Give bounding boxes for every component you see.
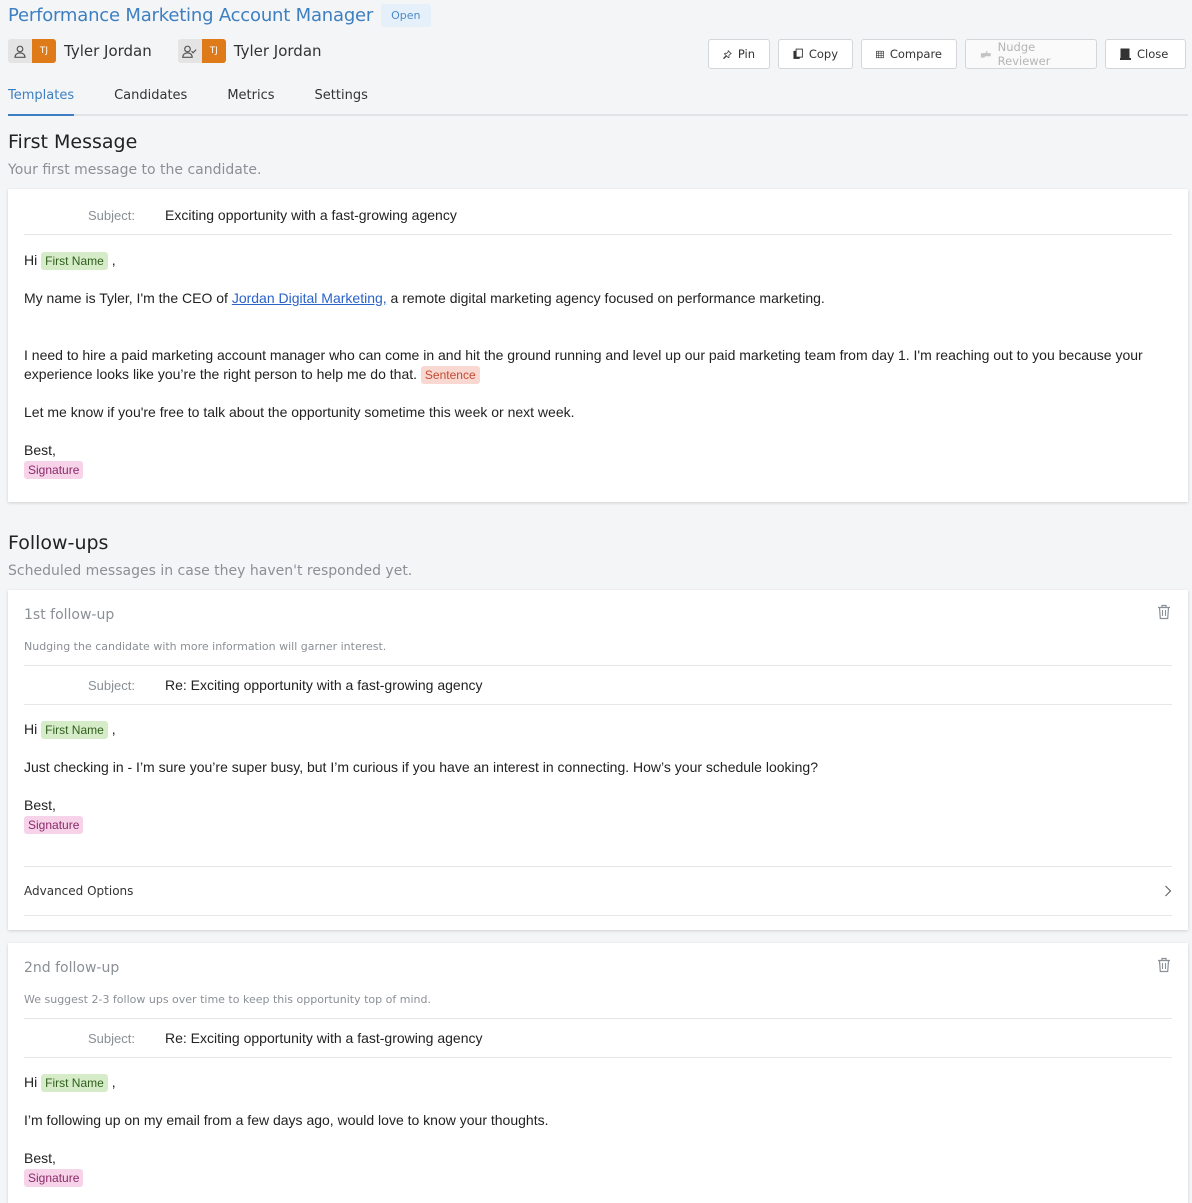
first-message-heading: First Message [8, 131, 138, 153]
sentence-tag[interactable]: Sentence [420, 366, 480, 384]
first-name-tag[interactable]: First Name [41, 1074, 108, 1092]
compare-button[interactable]: Compare [861, 39, 957, 69]
action-bar: Pin Copy Compare Nudge Reviewer Close [700, 39, 1186, 69]
tab-metrics[interactable]: Metrics [227, 84, 274, 114]
reviewer-icon [177, 39, 202, 63]
status-badge: Open [381, 4, 431, 27]
first-message-subtitle: Your first message to the candidate. [8, 162, 262, 178]
subject-label: Subject: [88, 1030, 135, 1046]
tab-settings[interactable]: Settings [315, 84, 368, 114]
owner-name: Tyler Jordan [233, 42, 322, 60]
compare-label: Compare [889, 47, 942, 61]
followup-card-2: 2nd follow-up We suggest 2-3 follow ups … [8, 943, 1188, 1203]
first-name-tag[interactable]: First Name [41, 252, 108, 270]
nudge-reviewer-label: Nudge Reviewer [997, 40, 1051, 68]
pin-icon [723, 49, 732, 59]
subject-label: Subject: [88, 677, 135, 693]
table-icon [876, 50, 884, 58]
company-link[interactable]: Jordan Digital Marketing, [232, 290, 387, 306]
followup-description: Nudging the candidate with more informat… [24, 640, 387, 653]
pin-button[interactable]: Pin [708, 39, 770, 69]
owner-hiring-manager[interactable]: TJ Tyler Jordan [8, 39, 152, 63]
trash-icon[interactable] [1157, 957, 1171, 978]
first-name-tag[interactable]: First Name [41, 721, 108, 739]
tab-candidates[interactable]: Candidates [114, 84, 187, 114]
advanced-options-label: Advanced Options [24, 884, 134, 898]
subject-input[interactable]: Exciting opportunity with a fast-growing… [165, 207, 457, 223]
closing-line[interactable]: Best, [24, 441, 1158, 460]
paragraph-pitch[interactable]: I need to hire a paid marketing account … [24, 346, 1158, 384]
signature-tag[interactable]: Signature [24, 1169, 84, 1187]
subject-label: Subject: [88, 207, 135, 223]
followup-title: 1st follow-up [24, 607, 115, 623]
followup-body[interactable]: I’m following up on my email from a few … [24, 1111, 1158, 1130]
tab-bar: Templates Candidates Metrics Settings [8, 84, 1188, 116]
signature-tag[interactable]: Signature [24, 816, 84, 834]
paragraph-intro[interactable]: My name is Tyler, I'm the CEO of Jordan … [24, 289, 1158, 308]
greeting-line[interactable]: Hi First Name , [24, 720, 1158, 739]
tab-templates[interactable]: Templates [8, 84, 75, 116]
avatar: TJ [32, 39, 56, 63]
subject-row[interactable]: Subject: Re: Exciting opportunity with a… [24, 665, 1172, 705]
nudge-reviewer-button[interactable]: Nudge Reviewer [965, 39, 1097, 69]
followup-description: We suggest 2-3 follow ups over time to k… [24, 993, 431, 1006]
pin-label: Pin [737, 47, 755, 61]
copy-button[interactable]: Copy [778, 39, 853, 69]
closing-line[interactable]: Best, [24, 796, 1158, 815]
owner-reviewer[interactable]: TJ Tyler Jordan [177, 39, 322, 63]
subject-input[interactable]: Re: Exciting opportunity with a fast-gro… [165, 1030, 483, 1046]
copy-label: Copy [808, 47, 838, 61]
owner-name: Tyler Jordan [64, 42, 152, 60]
signature-line[interactable]: Signature [24, 460, 1158, 479]
signature-line[interactable]: Signature [24, 1168, 1158, 1187]
close-job-icon [1120, 48, 1131, 60]
title-row: Performance Marketing Account Manager Op… [8, 4, 431, 27]
chevron-right-icon [1165, 885, 1172, 897]
followups-subtitle: Scheduled messages in case they haven't … [8, 563, 413, 579]
close-label: Close [1137, 47, 1169, 61]
advanced-options-row[interactable]: Advanced Options [24, 866, 1172, 916]
copy-icon [793, 48, 803, 59]
followups-heading: Follow-ups [8, 532, 109, 554]
subject-row[interactable]: Subject: Exciting opportunity with a fas… [24, 196, 1172, 235]
nudge-icon [980, 50, 991, 58]
paragraph-cta[interactable]: Let me know if you're free to talk about… [24, 403, 1158, 422]
person-icon [8, 39, 32, 63]
first-message-card: Subject: Exciting opportunity with a fas… [8, 189, 1188, 502]
close-button[interactable]: Close [1105, 39, 1186, 69]
signature-tag[interactable]: Signature [24, 461, 84, 479]
followup-card-1: 1st follow-up Nudging the candidate with… [8, 590, 1188, 930]
signature-line[interactable]: Signature [24, 815, 1158, 834]
subject-row[interactable]: Subject: Re: Exciting opportunity with a… [24, 1018, 1172, 1058]
trash-icon[interactable] [1157, 604, 1171, 625]
closing-line[interactable]: Best, [24, 1149, 1158, 1168]
page-title: Performance Marketing Account Manager [8, 5, 374, 26]
followup-title: 2nd follow-up [24, 960, 120, 976]
followup-body[interactable]: Just checking in - I’m sure you’re super… [24, 758, 1158, 777]
avatar: TJ [201, 39, 226, 63]
greeting-line[interactable]: Hi First Name , [24, 1073, 1158, 1092]
owners: TJ Tyler Jordan TJ Tyler Jordan [8, 39, 348, 63]
greeting-line[interactable]: Hi First Name , [24, 251, 1158, 270]
subject-input[interactable]: Re: Exciting opportunity with a fast-gro… [165, 677, 483, 693]
